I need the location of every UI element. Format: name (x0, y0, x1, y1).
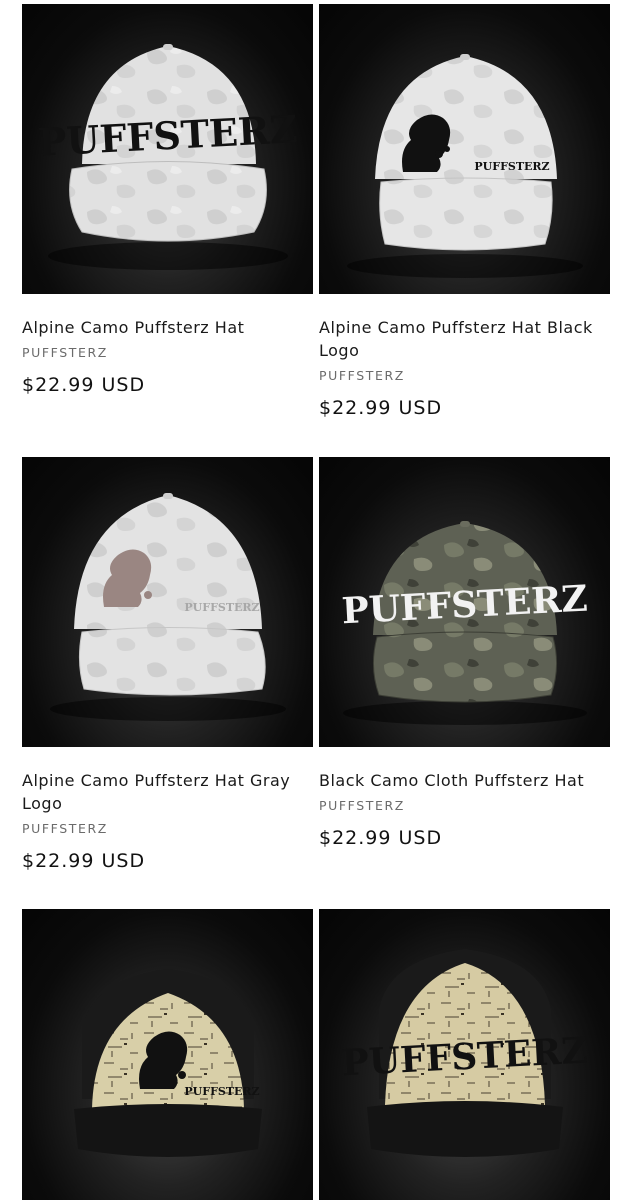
product-card[interactable]: PUFFSTERZ Black Camo Cloth Puffsterz Hat… (319, 457, 610, 849)
product-card[interactable]: PUFFSTERZ Alpine Camo Puffsterz Hat Gray… (22, 457, 313, 872)
product-card[interactable]: PUFFSTERZ Alpine Camo Puffsterz Hat Blac… (319, 4, 610, 419)
product-image[interactable]: PUFFSTERZ (319, 909, 610, 1200)
product-grid: PUFFSTERZ Alpine Camo Puffsterz Hat PUFF… (0, 0, 632, 1200)
cork-cap-wordmark-icon: PUFFSTERZ (341, 949, 589, 1157)
product-image[interactable]: PUFFSTERZ (22, 457, 313, 747)
cork-cap-silhouette-icon: PUFFSTERZ (74, 969, 262, 1157)
product-image[interactable]: PUFFSTERZ (319, 457, 610, 747)
product-price: $22.99 USD (22, 850, 146, 872)
svg-text:PUFFSTERZ: PUFFSTERZ (37, 106, 299, 165)
white-camo-cap-silhouette-icon: PUFFSTERZ (347, 54, 583, 278)
black-camo-cap-wordmark-icon: PUFFSTERZ (341, 521, 589, 725)
product-image[interactable]: PUFFSTERZ (22, 4, 313, 294)
product-card[interactable]: PUFFSTERZ (319, 909, 610, 1200)
svg-text:PUFFSTERZ: PUFFSTERZ (184, 601, 259, 614)
product-image[interactable]: PUFFSTERZ (22, 909, 313, 1200)
product-price: $22.99 USD (22, 374, 146, 396)
svg-text:PUFFSTERZ: PUFFSTERZ (474, 160, 549, 173)
product-title[interactable]: Black Camo Cloth Puffsterz Hat (319, 769, 610, 792)
product-title[interactable]: Alpine Camo Puffsterz Hat (22, 316, 313, 339)
svg-text:PUFFSTERZ: PUFFSTERZ (341, 1030, 589, 1085)
product-vendor: PUFFSTERZ (319, 798, 405, 813)
product-vendor: PUFFSTERZ (22, 345, 108, 360)
product-price: $22.99 USD (319, 397, 443, 419)
product-card[interactable]: PUFFSTERZ Alpine Camo Puffsterz Hat PUFF… (22, 4, 313, 396)
product-title[interactable]: Alpine Camo Puffsterz Hat Gray Logo (22, 769, 313, 815)
product-price: $22.99 USD (319, 827, 443, 849)
product-card[interactable]: PUFFSTERZ (22, 909, 313, 1200)
white-camo-cap-gray-silhouette-icon: PUFFSTERZ (50, 493, 286, 721)
white-camo-cap-wordmark-icon: PUFFSTERZ (37, 44, 299, 270)
product-vendor: PUFFSTERZ (319, 368, 405, 383)
product-title[interactable]: Alpine Camo Puffsterz Hat Black Logo (319, 316, 610, 362)
svg-text:PUFFSTERZ: PUFFSTERZ (184, 1085, 259, 1098)
product-image[interactable]: PUFFSTERZ (319, 4, 610, 294)
product-vendor: PUFFSTERZ (22, 821, 108, 836)
